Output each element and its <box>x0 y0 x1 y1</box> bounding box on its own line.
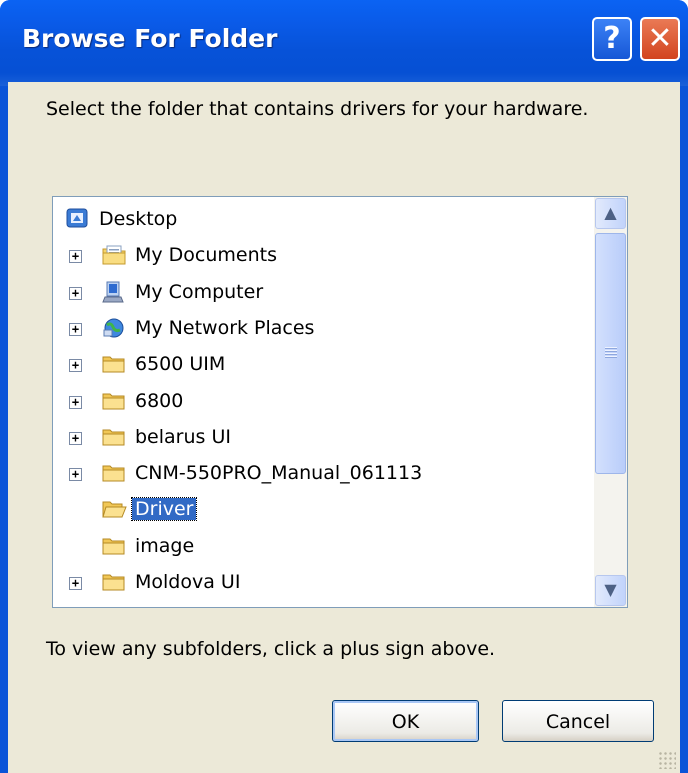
close-icon: ✕ <box>647 21 673 56</box>
expand-plus-icon[interactable]: + <box>69 359 82 373</box>
tree-item-6800[interactable]: +6800 <box>53 385 613 419</box>
folder-icon <box>101 352 127 376</box>
folder-icon <box>101 570 127 594</box>
ok-button[interactable]: OK <box>332 700 479 742</box>
expand-plus-icon[interactable]: + <box>69 322 82 336</box>
cancel-button[interactable]: Cancel <box>502 700 654 742</box>
scroll-down-button[interactable]: ▼ <box>595 575 626 606</box>
tree-item-6500-uim[interactable]: +6500 UIM <box>53 348 613 382</box>
tree-item-label: Desktop <box>99 208 178 230</box>
chevron-up-icon: ▲ <box>604 203 617 222</box>
instruction-text: Select the folder that contains drivers … <box>46 98 589 120</box>
tree-item-label: belarus UI <box>135 425 231 448</box>
folder-icon <box>101 534 127 558</box>
tree-item-my-computer[interactable]: + My Computer <box>53 276 613 310</box>
tree-item-label: 6800 <box>135 389 184 412</box>
tree-item-label: image <box>135 534 195 557</box>
tree-item-label: Driver <box>130 497 198 522</box>
chevron-down-icon: ▼ <box>604 580 617 599</box>
tree-item-label: CNM-550PRO_Manual_061113 <box>135 462 423 485</box>
scroll-grip-icon <box>605 347 617 359</box>
expand-plus-icon[interactable]: + <box>69 468 82 482</box>
expand-plus-icon[interactable]: + <box>69 286 82 300</box>
close-button[interactable]: ✕ <box>640 17 680 61</box>
resize-grip[interactable] <box>658 751 676 769</box>
folder-open-icon <box>101 497 127 521</box>
window-title: Browse For Folder <box>22 24 278 53</box>
expand-plus-icon[interactable]: + <box>69 577 82 590</box>
my-documents-icon <box>101 243 127 267</box>
folder-icon <box>101 389 127 413</box>
browse-for-folder-dialog: Browse For Folder ? ✕ Select the folder … <box>0 0 688 773</box>
tree-item-moldova-ui[interactable]: + Moldova UI <box>53 566 613 600</box>
tree-item-label: Moldova UI <box>135 571 241 593</box>
expand-plus-icon[interactable]: + <box>69 395 82 409</box>
title-bar[interactable]: Browse For Folder ? ✕ <box>0 0 688 86</box>
tree-item-image[interactable]: image <box>53 530 613 564</box>
vertical-scrollbar[interactable]: ▲ ▼ <box>594 197 627 607</box>
tree-item-cnm-550pro-manual-061113[interactable]: + CNM-550PRO_Manual_061113 <box>53 457 613 491</box>
tree-item-label: My Network Places <box>135 316 315 339</box>
help-icon: ? <box>603 21 621 56</box>
tree-item-label: My Computer <box>135 280 264 303</box>
dialog-body: Select the folder that contains drivers … <box>8 82 680 773</box>
tree-item-label: 6500 UIM <box>135 353 226 376</box>
subfolder-hint: To view any subfolders, click a plus sig… <box>46 638 496 660</box>
network-places-icon <box>101 316 127 340</box>
tree-item-my-documents[interactable]: + My Documents <box>53 239 613 273</box>
expand-plus-icon[interactable]: + <box>69 431 82 445</box>
folder-icon <box>101 461 127 485</box>
desktop-icon <box>65 207 91 231</box>
folder-icon <box>101 425 127 449</box>
scroll-up-button[interactable]: ▲ <box>595 198 626 229</box>
tree-item-my-network-places[interactable]: + My Network Places <box>53 312 613 346</box>
expand-plus-icon[interactable]: + <box>69 250 82 264</box>
help-button[interactable]: ? <box>592 17 632 61</box>
folder-tree[interactable]: Desktop + My Documents + My Computer + My Netw… <box>52 196 628 608</box>
my-computer-icon <box>101 280 127 304</box>
scroll-thumb[interactable] <box>595 233 626 474</box>
tree-item-belarus-ui[interactable]: + belarus UI <box>53 421 613 455</box>
tree-item-driver[interactable]: Driver <box>53 493 613 527</box>
tree-item-label: My Documents <box>135 244 278 267</box>
tree-item-desktop[interactable]: Desktop <box>53 203 613 237</box>
